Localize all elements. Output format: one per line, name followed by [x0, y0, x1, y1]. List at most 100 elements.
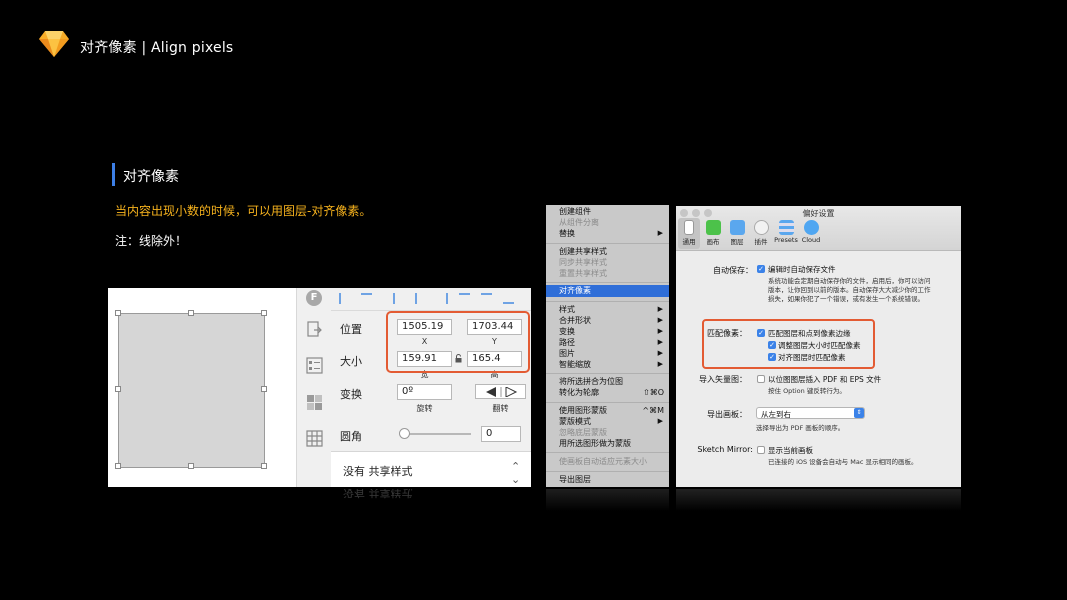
resize-handle[interactable] — [115, 463, 121, 469]
transform-label: 变换 — [340, 388, 362, 401]
menu-label: 创建组件 — [559, 207, 591, 216]
resize-handle[interactable] — [115, 386, 121, 392]
menu-item-style[interactable]: 样式 ▶ — [546, 304, 669, 315]
menu-item-create-symbol[interactable]: 创建组件 — [546, 206, 669, 217]
menu-label: 蒙版模式 — [559, 417, 591, 426]
artboard-export-label: 导出画板： — [707, 410, 747, 419]
tab-layers[interactable]: 图层 — [724, 220, 750, 246]
chevron-updown-icon: ⌃ ⌄ — [511, 460, 521, 486]
menu-item-reset-shared-style[interactable]: 重置共享样式 — [546, 268, 669, 279]
preferences-title: 偏好设置 — [802, 209, 835, 218]
flip-buttons[interactable] — [475, 384, 526, 399]
flip-sublabel: 翻转 — [492, 404, 509, 413]
tab-label: Cloud — [801, 236, 821, 244]
artboard-order-select[interactable]: 从左到右 ⇕ — [756, 407, 865, 419]
distribute-vertical-icon[interactable] — [361, 293, 372, 304]
note-text: 注：线除外！ — [115, 234, 188, 248]
tab-label: 通用 — [682, 238, 696, 246]
vector-import-checkbox[interactable] — [757, 375, 765, 383]
submenu-arrow-icon: ▶ — [657, 316, 663, 324]
preferences-titlebar: 偏好设置 通用 画布 图层 插件 Presets Cloud — [676, 206, 961, 251]
shared-style-label: 没有 共享样式 — [343, 465, 413, 478]
symbols-icon[interactable] — [306, 394, 323, 411]
menu-item-use-as-mask[interactable]: 使用图形蒙版 ^⌘M — [546, 405, 669, 416]
radius-field[interactable]: 0 — [481, 426, 521, 442]
sketch-logo-icon — [39, 31, 69, 57]
menu-label: 图片 — [559, 349, 575, 358]
export-icon[interactable] — [306, 321, 323, 338]
menu-separator — [546, 243, 669, 244]
submenu-arrow-icon: ▶ — [657, 417, 663, 425]
mirror-checkbox[interactable] — [757, 446, 765, 454]
menu-separator — [546, 471, 669, 472]
resize-handle[interactable] — [261, 386, 267, 392]
tab-label: 图层 — [730, 238, 744, 246]
menu-item-image[interactable]: 图片 ▶ — [546, 348, 669, 359]
inspector-side-rail: F — [296, 288, 331, 487]
menu-item-combine-shapes[interactable]: 合并形状 ▶ — [546, 315, 669, 326]
selected-rectangle[interactable] — [118, 313, 265, 468]
resize-handle[interactable] — [261, 463, 267, 469]
tab-canvas[interactable]: 画布 — [700, 220, 726, 246]
tab-general[interactable]: 通用 — [676, 220, 702, 246]
menu-item-mask-with-selection[interactable]: 用所选图形做为蒙版 — [546, 438, 669, 449]
menu-item-flatten-bitmap[interactable]: 将所选拼合为位图 — [546, 376, 669, 387]
menu-item-replace[interactable]: 替换 ▶ — [546, 228, 669, 239]
position-label: 位置 — [340, 323, 362, 336]
menu-separator — [546, 373, 669, 374]
screenshot-reflection — [546, 489, 669, 511]
description-text: 当内容出现小数的时候，可以用图层-对齐像素。 — [115, 204, 372, 218]
resize-handle[interactable] — [115, 310, 121, 316]
autosave-checkbox[interactable]: ✓ — [757, 265, 765, 273]
menu-item-export-layers[interactable]: 导出图层 — [546, 474, 669, 485]
canvas-icon — [705, 220, 721, 235]
menu-item-round-to-pixel[interactable]: 对齐像素 — [546, 285, 669, 297]
menu-item-transform[interactable]: 变换 ▶ — [546, 326, 669, 337]
menu-item-sync-shared-style[interactable]: 同步共享样式 — [546, 257, 669, 268]
tab-presets[interactable]: Presets — [772, 220, 800, 244]
align-toolbar — [331, 288, 531, 311]
menu-item-create-shared-style[interactable]: 创建共享样式 — [546, 246, 669, 257]
layers-icon — [729, 220, 745, 235]
submenu-arrow-icon: ▶ — [657, 229, 663, 237]
resize-handle[interactable] — [261, 310, 267, 316]
menu-shortcut: ^⌘M — [642, 406, 664, 415]
preferences-screenshot: 偏好设置 通用 画布 图层 插件 Presets Cloud 自动保存： ✓ 编… — [676, 206, 961, 487]
radius-slider[interactable] — [401, 433, 471, 435]
menu-item-path[interactable]: 路径 ▶ — [546, 337, 669, 348]
menu-item-resize-to-fit[interactable]: 使画板自动适应元素大小 — [546, 456, 669, 467]
grid-icon[interactable] — [306, 430, 323, 447]
menu-item-mask-mode[interactable]: 蒙版模式 ▶ — [546, 416, 669, 427]
section-accent-bar — [112, 163, 115, 186]
rotate-field[interactable]: 0º — [397, 384, 452, 400]
autosave-desc-line-2: 版本，让你回到以前的版本。自动保存大大减少你的工作 — [768, 286, 931, 294]
screenshot-reflection: 没有 共享样式 — [108, 489, 531, 511]
menu-label: 变换 — [559, 327, 575, 336]
canvas-area — [108, 288, 296, 487]
resize-handle[interactable] — [188, 463, 194, 469]
tab-cloud[interactable]: Cloud — [798, 220, 824, 244]
menu-item-smart-resize[interactable]: 智能缩放 ▶ — [546, 359, 669, 370]
menu-label: 使画板自动适应元素大小 — [559, 457, 647, 466]
shared-style-select[interactable]: 没有 共享样式 ⌃ ⌄ — [331, 451, 531, 487]
menu-label: 对齐像素 — [559, 286, 591, 295]
prototype-icon[interactable] — [306, 357, 323, 374]
highlight-box-position-size — [386, 311, 530, 373]
menu-item-ignore-mask[interactable]: 忽略底层蒙版 — [546, 427, 669, 438]
align-center-icon[interactable] — [415, 293, 426, 304]
resize-handle[interactable] — [188, 310, 194, 316]
menu-separator — [546, 282, 669, 283]
align-left-icon[interactable] — [393, 293, 404, 304]
font-f-icon[interactable]: F — [306, 290, 322, 306]
menu-item-detach-symbol[interactable]: 从组件分离 — [546, 217, 669, 228]
align-right-icon[interactable] — [437, 293, 448, 304]
radius-slider-thumb[interactable] — [399, 428, 410, 439]
align-bottom-icon[interactable] — [503, 293, 514, 304]
align-middle-icon[interactable] — [481, 293, 492, 304]
menu-item-convert-outlines[interactable]: 转化为轮廓 ⇧⌘O — [546, 387, 669, 398]
tab-plugins[interactable]: 插件 — [748, 220, 774, 246]
distribute-horizontal-icon[interactable] — [339, 293, 350, 304]
menu-label: 将所选拼合为位图 — [559, 377, 623, 386]
menu-shortcut: ⇧⌘O — [643, 388, 664, 397]
align-top-icon[interactable] — [459, 293, 470, 304]
